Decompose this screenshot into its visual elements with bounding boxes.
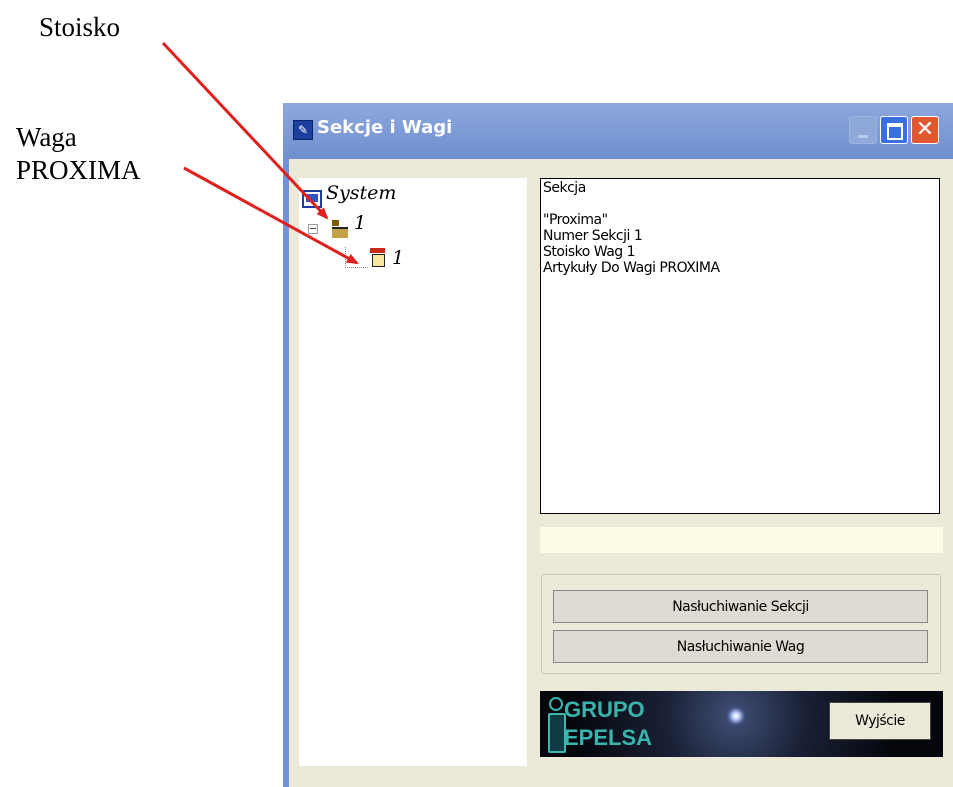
- annotation-arrows: [161, 41, 359, 265]
- arrow-waga: [183, 166, 359, 265]
- arrow-stoisko: [161, 41, 329, 220]
